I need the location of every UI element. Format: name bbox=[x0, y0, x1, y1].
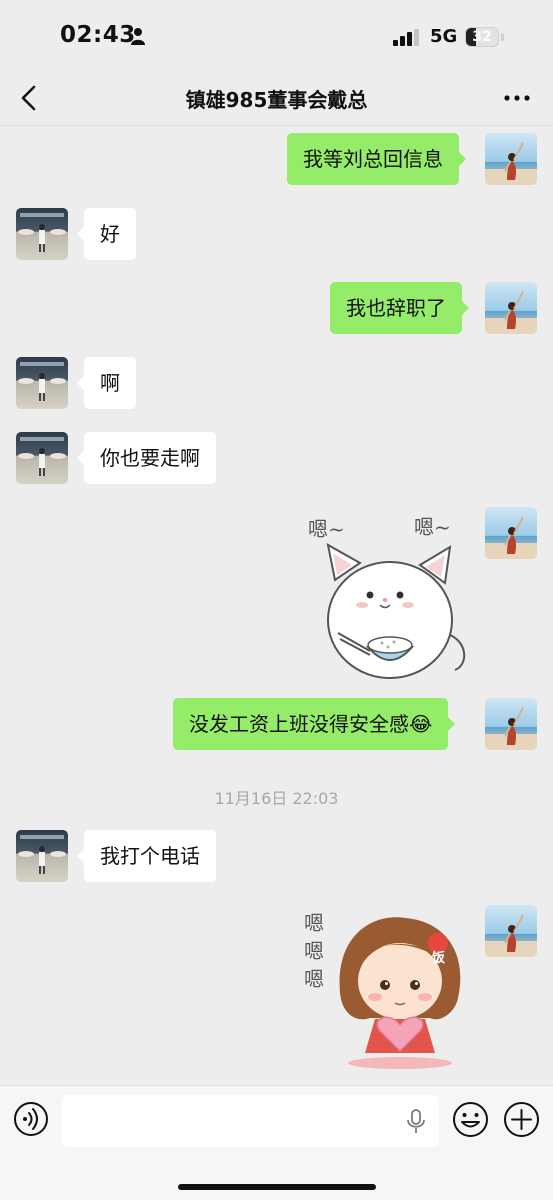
person-icon bbox=[131, 28, 145, 45]
status-bar: 02:43 5G 32 bbox=[0, 0, 553, 72]
avatar-image bbox=[485, 507, 537, 559]
avatar-image bbox=[16, 432, 68, 484]
my-avatar[interactable] bbox=[485, 282, 537, 334]
avatar-image bbox=[16, 357, 68, 409]
more-dots-icon[interactable] bbox=[500, 82, 534, 114]
sticker-caption: 嗯 bbox=[304, 939, 324, 963]
message-bubble-outgoing[interactable]: 我也辞职了 bbox=[330, 282, 469, 334]
chat-timestamp: 11月16日 22:03 bbox=[214, 789, 339, 808]
message-bubble-incoming[interactable]: 啊 bbox=[77, 357, 136, 409]
plus-circle-icon[interactable] bbox=[503, 1101, 540, 1138]
chat-header: 镇雄985董事会戴总 bbox=[0, 72, 553, 126]
my-avatar[interactable] bbox=[485, 905, 537, 957]
message-bubble-outgoing[interactable]: 我等刘总回信息 bbox=[287, 133, 466, 185]
friend-avatar[interactable] bbox=[16, 208, 68, 260]
sticker-cat-rice-bowl[interactable]: 嗯~ 嗯~ bbox=[300, 505, 470, 683]
battery-cap bbox=[501, 33, 504, 41]
friend-avatar[interactable] bbox=[16, 357, 68, 409]
avatar-image bbox=[485, 698, 537, 750]
input-bar bbox=[0, 1085, 553, 1200]
avatar-image bbox=[16, 208, 68, 260]
sticker-badge: 饭 bbox=[432, 951, 446, 966]
voice-wave-icon[interactable] bbox=[13, 1101, 49, 1137]
sticker-caption: 嗯 bbox=[304, 911, 324, 935]
friend-avatar[interactable] bbox=[16, 830, 68, 882]
chat-title: 镇雄985董事会戴总 bbox=[185, 88, 368, 112]
status-time: 02:43 bbox=[60, 22, 136, 48]
message-bubble-incoming[interactable]: 好 bbox=[77, 208, 136, 260]
friend-avatar[interactable] bbox=[16, 432, 68, 484]
avatar-image bbox=[485, 133, 537, 185]
network-type: 5G bbox=[430, 26, 458, 47]
message-bubble-outgoing[interactable]: 没发工资上班没得安全感😂 bbox=[173, 698, 456, 750]
my-avatar[interactable] bbox=[485, 507, 537, 559]
message-bubble-incoming[interactable]: 我打个电话 bbox=[77, 830, 216, 882]
battery-percent: 32 bbox=[472, 29, 492, 45]
cat-sticker-image bbox=[326, 543, 466, 679]
my-avatar[interactable] bbox=[485, 133, 537, 185]
message-input[interactable] bbox=[62, 1095, 439, 1147]
message-text: 没发工资上班没得安全感 bbox=[189, 712, 409, 736]
battery-icon: 32 bbox=[465, 27, 499, 47]
sticker-girl-heart[interactable]: 嗯 嗯 嗯 饭 bbox=[300, 905, 472, 1070]
sticker-caption: 嗯 bbox=[304, 967, 324, 991]
avatar-image bbox=[16, 830, 68, 882]
home-indicator bbox=[178, 1184, 376, 1190]
microphone-icon[interactable] bbox=[406, 1109, 426, 1135]
girl-sticker-image bbox=[339, 917, 461, 1069]
my-avatar[interactable] bbox=[485, 698, 537, 750]
laughing-emoji-icon: 😂 bbox=[409, 712, 433, 736]
emoji-face-icon[interactable] bbox=[452, 1101, 489, 1138]
avatar-image bbox=[485, 905, 537, 957]
avatar-image bbox=[485, 282, 537, 334]
message-bubble-incoming[interactable]: 你也要走啊 bbox=[77, 432, 216, 484]
signal-icon bbox=[393, 29, 419, 46]
